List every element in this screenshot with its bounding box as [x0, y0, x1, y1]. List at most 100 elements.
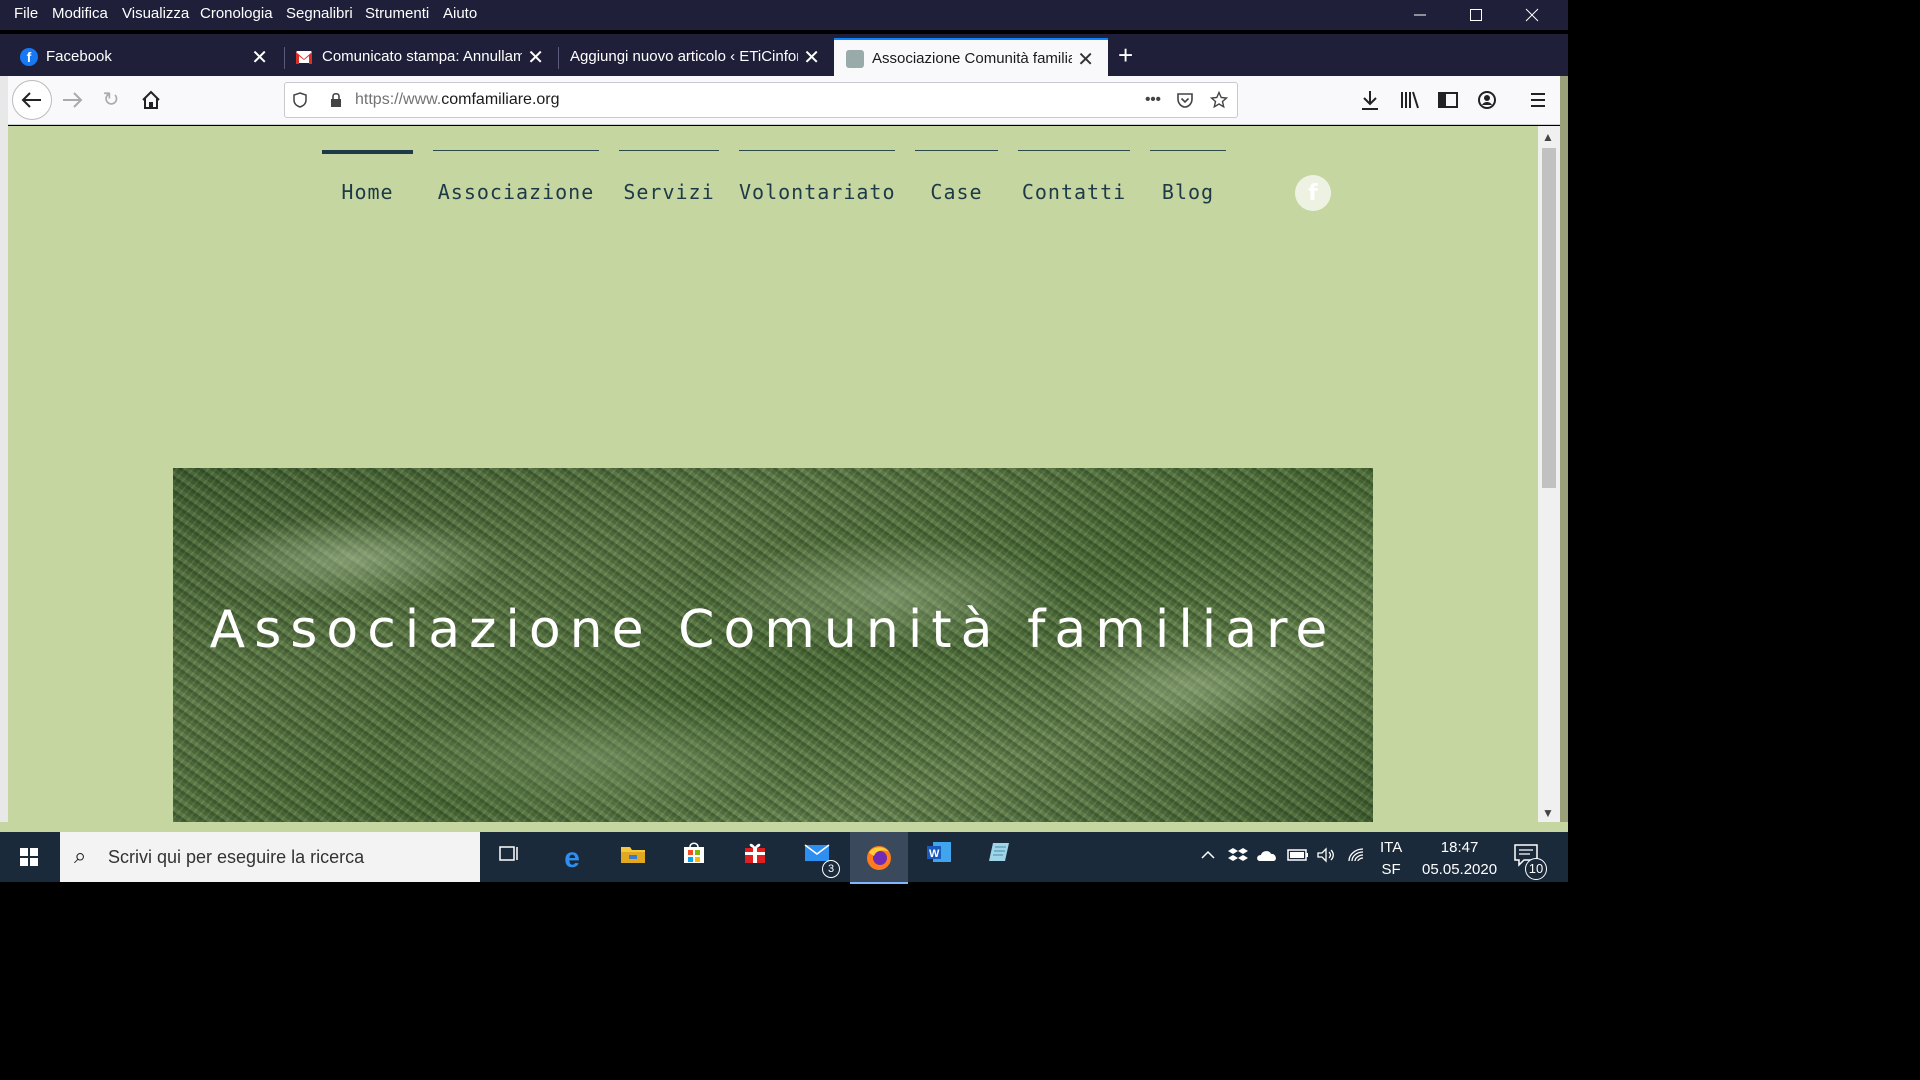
- close-icon: [1525, 8, 1539, 22]
- store-button[interactable]: [669, 838, 719, 878]
- scroll-up-icon[interactable]: ▲: [1542, 130, 1554, 144]
- url-text[interactable]: https://www.comfamiliare.org: [355, 91, 560, 109]
- hamburger-menu-icon: [1531, 93, 1545, 107]
- page-scrollbar[interactable]: ▲ ▼: [1538, 126, 1560, 822]
- scrollbar-thumb[interactable]: [1542, 148, 1556, 488]
- firefox-icon: [867, 846, 891, 871]
- battery-tray-icon[interactable]: [1287, 847, 1309, 867]
- tab-comfamiliare[interactable]: Associazione Comunità familiar ✕: [834, 38, 1108, 76]
- language-code: ITA: [1380, 839, 1403, 856]
- gift-app-button[interactable]: [730, 838, 780, 878]
- lock-icon[interactable]: [327, 91, 345, 109]
- tab-label: Comunicato stampa: Annullame: [322, 48, 522, 65]
- word-taskbar-button[interactable]: W: [912, 838, 966, 878]
- facebook-icon: f: [1308, 181, 1318, 206]
- search-placeholder: Scrivi qui per eseguire la ricerca: [108, 847, 365, 867]
- bookmark-star-icon[interactable]: [1209, 90, 1229, 109]
- account-button[interactable]: [1469, 82, 1505, 118]
- minimize-button[interactable]: [1392, 0, 1448, 36]
- minimize-icon: [1414, 14, 1426, 16]
- mail-badge: 3: [822, 860, 840, 878]
- chevron-up-icon: [1201, 850, 1215, 859]
- nav-item-contatti[interactable]: Contatti: [1018, 150, 1130, 210]
- windows-taskbar: ⌕ Scrivi qui per eseguire la ricerca e 3…: [0, 832, 1568, 884]
- web-page: Home Associazione Servizi Volontariato C…: [8, 126, 1538, 822]
- nav-item-servizi[interactable]: Servizi: [619, 150, 719, 210]
- sidebar-button[interactable]: [1430, 82, 1466, 118]
- navigation-toolbar: ↻ https://www.comfamiliare.org •••: [8, 76, 1560, 125]
- wifi-tray-icon[interactable]: [1347, 847, 1367, 867]
- folder-icon: [621, 847, 645, 863]
- task-view-icon: [499, 846, 518, 861]
- store-icon: [684, 842, 704, 863]
- nav-item-volontariato[interactable]: Volontariato: [739, 150, 895, 210]
- page-actions-icon[interactable]: •••: [1141, 91, 1165, 109]
- menu-strumenti[interactable]: Strumenti: [365, 5, 429, 22]
- close-window-button[interactable]: [1504, 0, 1560, 36]
- dropbox-tray-icon[interactable]: [1228, 847, 1248, 867]
- menu-segnalibri[interactable]: Segnalibri: [286, 5, 353, 22]
- desktop-background-edge: [1560, 76, 1568, 822]
- close-tab-icon[interactable]: ✕: [1077, 47, 1094, 72]
- tracking-shield-icon[interactable]: [291, 91, 309, 109]
- notes-app-button[interactable]: [974, 838, 1024, 878]
- library-button[interactable]: [1391, 82, 1427, 118]
- menu-modifica[interactable]: Modifica: [52, 5, 108, 22]
- home-button[interactable]: [133, 82, 169, 118]
- tab-facebook[interactable]: f Facebook ✕: [8, 38, 282, 76]
- tab-eticinfo[interactable]: Aggiungi nuovo articolo ‹ ETiCinfor ✕: [558, 38, 834, 76]
- nav-item-home[interactable]: Home: [322, 150, 413, 210]
- nav-item-case[interactable]: Case: [915, 150, 998, 210]
- facebook-social-link[interactable]: f: [1295, 175, 1331, 211]
- menu-cronologia[interactable]: Cronologia: [200, 5, 273, 22]
- nav-indicator: [1018, 150, 1130, 151]
- start-button[interactable]: [0, 832, 58, 882]
- nav-item-associazione[interactable]: Associazione: [433, 150, 599, 210]
- menu-file[interactable]: File: [14, 5, 38, 22]
- file-explorer-button[interactable]: [608, 838, 658, 878]
- nav-item-blog[interactable]: Blog: [1150, 150, 1226, 210]
- firefox-taskbar-button[interactable]: [850, 832, 908, 884]
- nav-indicator: [1150, 150, 1226, 151]
- nav-label: Blog: [1161, 180, 1215, 204]
- notification-count-badge: 10: [1525, 858, 1547, 880]
- plus-icon: +: [1118, 40, 1134, 70]
- mail-button[interactable]: 3: [792, 838, 842, 878]
- input-language-indicator[interactable]: ITA SF: [1380, 837, 1402, 881]
- pocket-icon[interactable]: [1176, 91, 1194, 109]
- app-menu-button[interactable]: [1520, 82, 1556, 118]
- close-tab-icon[interactable]: ✕: [803, 45, 820, 70]
- tab-gmail[interactable]: Comunicato stampa: Annullame ✕: [284, 38, 558, 76]
- edge-taskbar-button[interactable]: e: [547, 838, 597, 878]
- menu-bar: File Modifica Visualizza Cronologia Segn…: [0, 0, 1568, 30]
- taskbar-clock[interactable]: 18:47 05.05.2020: [1422, 837, 1497, 881]
- menu-aiuto[interactable]: Aiuto: [443, 5, 477, 22]
- home-icon: [142, 90, 160, 109]
- downloads-button[interactable]: [1352, 82, 1388, 118]
- task-view-button[interactable]: [484, 838, 534, 878]
- nav-label: Case: [930, 180, 983, 204]
- taskbar-search-box[interactable]: ⌕ Scrivi qui per eseguire la ricerca: [60, 832, 480, 882]
- back-arrow-icon: [21, 92, 41, 108]
- onedrive-tray-icon[interactable]: [1256, 847, 1278, 867]
- forward-button[interactable]: [54, 82, 90, 118]
- new-tab-button[interactable]: +: [1118, 40, 1133, 71]
- nav-label: Associazione: [437, 180, 595, 204]
- gmail-icon: [296, 51, 312, 64]
- back-button[interactable]: [12, 80, 52, 120]
- volume-tray-icon[interactable]: [1316, 847, 1336, 867]
- keyboard-layout: SF: [1381, 861, 1401, 878]
- url-bar[interactable]: https://www.comfamiliare.org •••: [284, 82, 1238, 118]
- close-tab-icon[interactable]: ✕: [251, 45, 268, 70]
- clock-date: 05.05.2020: [1422, 861, 1498, 878]
- reload-icon: ↻: [102, 89, 120, 111]
- search-icon: ⌕: [74, 843, 87, 868]
- menu-visualizza[interactable]: Visualizza: [122, 5, 189, 22]
- scroll-down-icon[interactable]: ▼: [1542, 806, 1554, 820]
- show-hidden-icons[interactable]: [1200, 847, 1216, 867]
- close-tab-icon[interactable]: ✕: [527, 45, 544, 70]
- windows-logo-icon: [20, 848, 38, 866]
- forward-arrow-icon: [63, 92, 83, 108]
- maximize-button[interactable]: [1448, 0, 1504, 36]
- reload-button[interactable]: ↻: [93, 82, 129, 118]
